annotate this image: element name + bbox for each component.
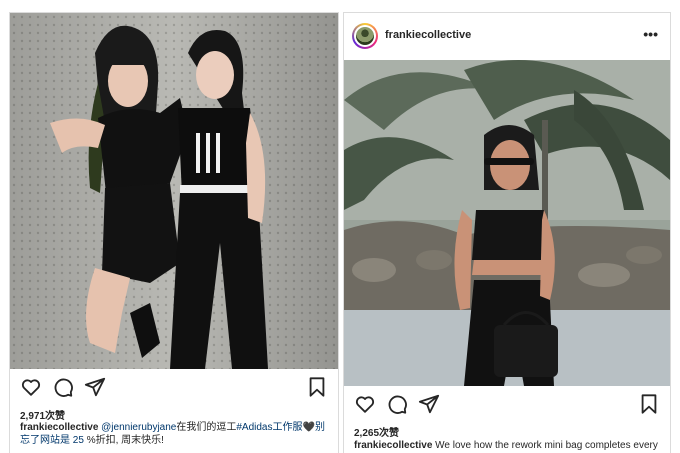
- post-caption: frankiecollective We love how the rework…: [354, 439, 662, 452]
- comment-icon[interactable]: [52, 376, 74, 398]
- caption-username[interactable]: frankiecollective: [354, 440, 432, 451]
- heart-emoji: 🖤: [302, 422, 315, 433]
- post-photo[interactable]: [344, 60, 670, 386]
- share-icon[interactable]: [84, 376, 106, 398]
- post-card-right: frankiecollective ••• 2,265次赞 frankiecol…: [343, 12, 671, 453]
- caption-link-start[interactable]: 别: [315, 422, 325, 433]
- caption-text: 在我们的逗工: [176, 422, 237, 433]
- mention-link[interactable]: @jennierubyjane: [101, 422, 176, 433]
- action-bar: [344, 393, 670, 417]
- heart-icon[interactable]: [354, 393, 376, 415]
- hashtag-link[interactable]: #Adidas: [236, 422, 272, 433]
- post-photo[interactable]: [10, 13, 338, 369]
- action-bar: [10, 376, 338, 400]
- like-count[interactable]: 2,265次赞: [354, 424, 399, 439]
- more-options-icon[interactable]: •••: [643, 26, 658, 42]
- bookmark-icon[interactable]: [638, 393, 660, 415]
- like-count[interactable]: 2,971次赞: [20, 407, 65, 422]
- discount-value[interactable]: 25: [73, 435, 84, 446]
- caption-text-end: %折扣, 周末快乐!: [86, 435, 164, 446]
- caption-username[interactable]: frankiecollective: [20, 422, 98, 433]
- avatar[interactable]: [352, 23, 378, 49]
- caption-link[interactable]: 忘了网站是: [20, 435, 70, 446]
- bookmark-icon[interactable]: [306, 376, 328, 398]
- comment-icon[interactable]: [386, 393, 408, 415]
- post-caption: frankiecollective @jennierubyjane在我们的逗工#…: [20, 421, 330, 447]
- share-icon[interactable]: [418, 393, 440, 415]
- caption-text: We love how the rework mini bag complete…: [435, 440, 658, 451]
- post-card-left: 2,971次赞 frankiecollective @jennierubyjan…: [9, 12, 339, 453]
- hashtag-tail[interactable]: 工作服: [273, 422, 303, 433]
- header-username[interactable]: frankiecollective: [385, 29, 471, 41]
- post-header: frankiecollective •••: [344, 13, 670, 60]
- heart-icon[interactable]: [20, 376, 42, 398]
